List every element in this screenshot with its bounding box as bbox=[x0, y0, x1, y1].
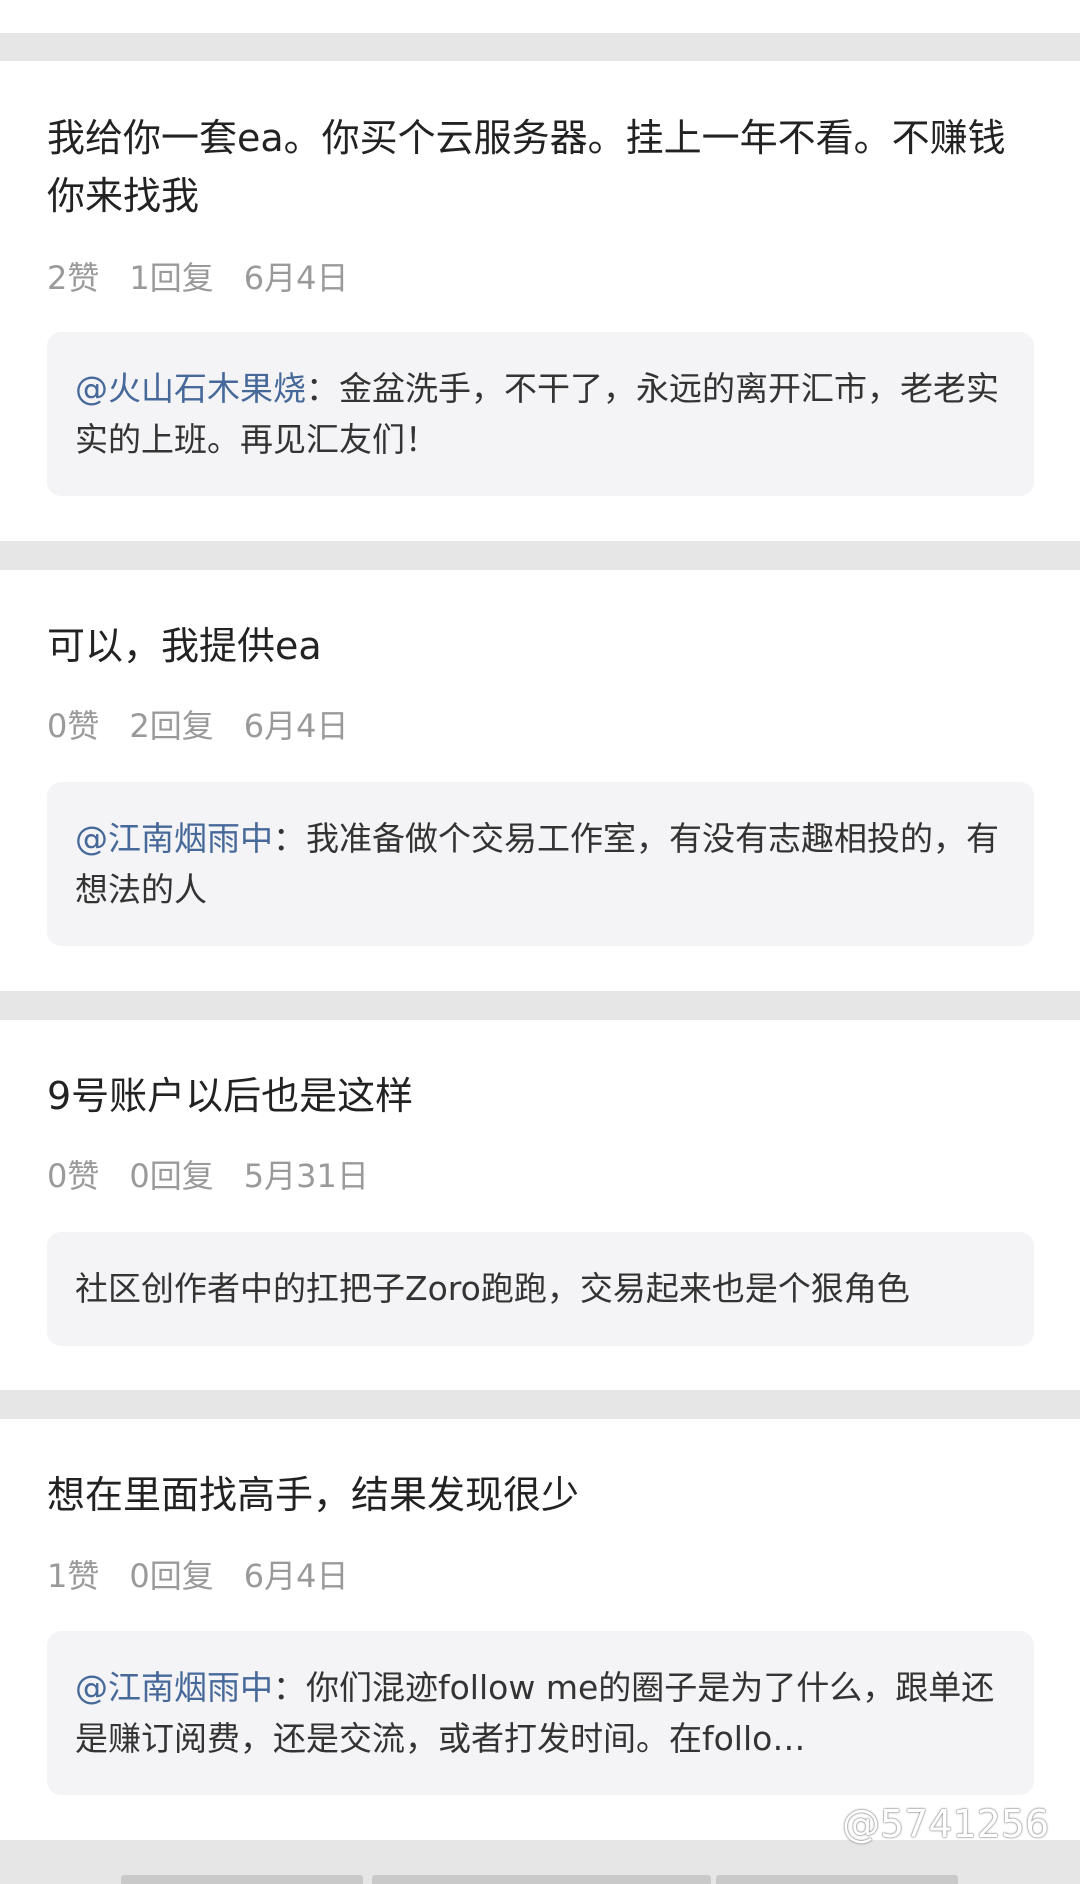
reply-meta: 2赞 1回复 6月4日 bbox=[47, 258, 378, 298]
reply-card[interactable]: 可以，我提供ea 0赞 2回复 6月4日 @江南烟雨中：我准备做个交易工作室，有没有… bbox=[0, 570, 1080, 991]
bottom-tab[interactable] bbox=[716, 1875, 958, 1884]
like-count[interactable]: 0赞 bbox=[47, 707, 99, 745]
quoted-post[interactable]: @火山石木果烧：金盆洗手，不干了，永远的离开汇市，老老实实的上班。再见汇友们！ bbox=[47, 332, 1034, 496]
top-strip bbox=[0, 0, 1080, 33]
reply-meta: 0赞 2回复 6月4日 bbox=[47, 706, 378, 746]
reply-card[interactable]: 我给你一套ea。你买个云服务器。挂上一年不看。不赚钱你来找我 2赞 1回复 6月4日… bbox=[0, 61, 1080, 541]
quoted-post[interactable]: 社区创作者中的扛把子Zoro跑跑，交易起来也是个狠角色 bbox=[47, 1232, 1034, 1346]
reply-count[interactable]: 0回复 bbox=[129, 1557, 213, 1595]
bottom-tab[interactable] bbox=[121, 1875, 363, 1884]
like-count[interactable]: 0赞 bbox=[47, 1157, 99, 1195]
reply-text: 想在里面找高手，结果发现很少 bbox=[47, 1473, 580, 1517]
quoted-post[interactable]: @江南烟雨中：我准备做个交易工作室，有没有志趣相投的，有想法的人 bbox=[47, 782, 1034, 946]
reply-card[interactable]: 9号账户以后也是这样 0赞 0回复 5月31日 社区创作者中的扛把子Zoro跑跑，交… bbox=[0, 1020, 1080, 1390]
like-count[interactable]: 1赞 bbox=[47, 1557, 99, 1595]
reply-text: 9号账户以后也是这样 bbox=[47, 1074, 414, 1118]
reply-count[interactable]: 2回复 bbox=[129, 707, 213, 745]
reply-date: 6月4日 bbox=[243, 1557, 349, 1595]
reply-card[interactable]: 想在里面找高手，结果发现很少 1赞 0回复 6月4日 @江南烟雨中：你们混迹foll… bbox=[0, 1419, 1080, 1840]
bottom-tab[interactable] bbox=[372, 1875, 711, 1884]
quoted-post-text: @江南烟雨中：我准备做个交易工作室，有没有志趣相投的，有想法的人 bbox=[75, 813, 1010, 915]
quoted-post-body: 社区创作者中的扛把子Zoro跑跑，交易起来也是个狠角色 bbox=[75, 1269, 910, 1308]
quoted-post-text: 社区创作者中的扛把子Zoro跑跑，交易起来也是个狠角色 bbox=[75, 1263, 1010, 1314]
reply-meta: 0赞 0回复 5月31日 bbox=[47, 1156, 399, 1196]
quoted-post[interactable]: @江南烟雨中：你们混迹follow me的圈子是为了什么，跟单还是赚订阅费，还是… bbox=[47, 1631, 1034, 1795]
reply-date: 5月31日 bbox=[243, 1157, 369, 1195]
quoted-post-text: @火山石木果烧：金盆洗手，不干了，永远的离开汇市，老老实实的上班。再见汇友们！ bbox=[75, 363, 1010, 465]
like-count[interactable]: 2赞 bbox=[47, 259, 99, 297]
reply-text: 我给你一套ea。你买个云服务器。挂上一年不看。不赚钱你来找我 bbox=[47, 116, 1006, 218]
reply-meta: 1赞 0回复 6月4日 bbox=[47, 1556, 378, 1596]
watermark: @5741256 bbox=[842, 1802, 1050, 1846]
reply-date: 6月4日 bbox=[243, 259, 349, 297]
reply-date: 6月4日 bbox=[243, 707, 349, 745]
quoted-author-mention[interactable]: @江南烟雨中 bbox=[75, 1668, 273, 1707]
reply-count[interactable]: 0回复 bbox=[129, 1157, 213, 1195]
quoted-author-mention[interactable]: @江南烟雨中 bbox=[75, 819, 273, 858]
quoted-author-mention[interactable]: @火山石木果烧 bbox=[75, 369, 306, 408]
quoted-post-text: @江南烟雨中：你们混迹follow me的圈子是为了什么，跟单还是赚订阅费，还是… bbox=[75, 1662, 1010, 1764]
reply-count[interactable]: 1回复 bbox=[129, 259, 213, 297]
reply-text: 可以，我提供ea bbox=[47, 624, 322, 668]
